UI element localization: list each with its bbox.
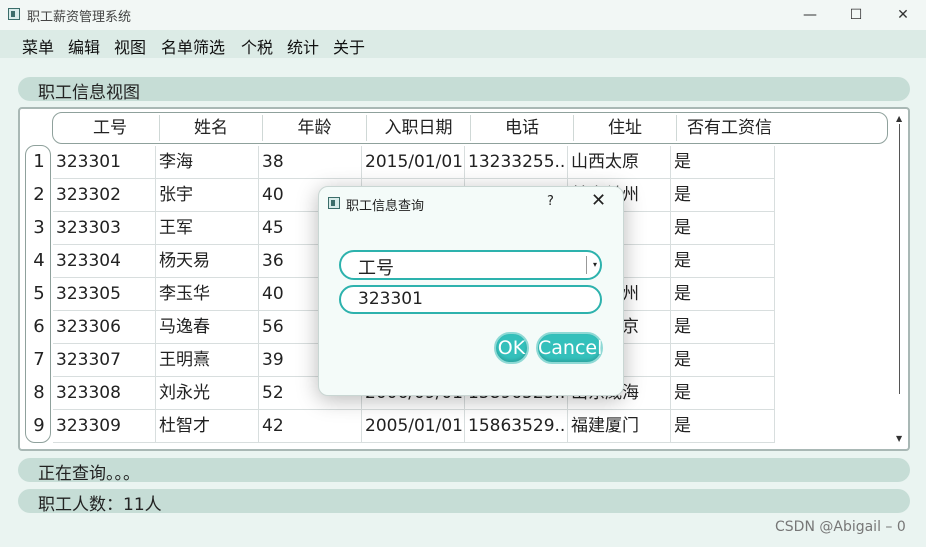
cell-salary-info[interactable]: 是 — [671, 179, 775, 212]
cell-address[interactable]: 福建厦门 — [568, 410, 671, 443]
menu-item-filter[interactable]: 名单筛选 — [161, 34, 225, 58]
cell-salary-info[interactable]: 是 — [671, 245, 775, 278]
menu-item-edit[interactable]: 编辑 — [68, 34, 100, 58]
cell-id[interactable]: 323304 — [53, 245, 156, 278]
cell-id[interactable]: 323308 — [53, 377, 156, 410]
watermark: CSDN @Abigail – 0 — [775, 519, 906, 535]
cell-age[interactable]: 42 — [259, 410, 362, 443]
app-icon — [8, 8, 20, 20]
column-header-salary-info[interactable]: 否有工资信 — [677, 115, 782, 141]
cell-name[interactable]: 刘永光 — [156, 377, 259, 410]
query-field-value: 工号 — [358, 258, 394, 279]
vertical-scrollbar[interactable]: ▲ ▼ — [895, 114, 905, 444]
menu-item-menu[interactable]: 菜单 — [22, 34, 54, 58]
cell-id[interactable]: 323307 — [53, 344, 156, 377]
cell-hire-date[interactable]: 2015/01/01 — [362, 146, 465, 179]
close-button[interactable]: ✕ — [880, 0, 926, 30]
title-bar: 职工薪资管理系统 — ☐ ✕ — [0, 0, 926, 30]
row-number[interactable]: 8 — [26, 382, 52, 403]
column-header-address[interactable]: 住址 — [574, 115, 677, 141]
cell-id[interactable]: 323306 — [53, 311, 156, 344]
cell-name[interactable]: 杨天易 — [156, 245, 259, 278]
dialog-close-button[interactable]: ✕ — [591, 190, 606, 211]
column-header-id[interactable]: 工号 — [61, 115, 160, 141]
cell-salary-info[interactable]: 是 — [671, 311, 775, 344]
column-header-name[interactable]: 姓名 — [160, 115, 263, 141]
scrollbar-track[interactable] — [899, 124, 900, 394]
ok-button[interactable]: OK — [494, 332, 529, 364]
cell-age[interactable]: 38 — [259, 146, 362, 179]
chevron-down-icon[interactable]: ▾ — [586, 256, 597, 274]
cell-id[interactable]: 323301 — [53, 146, 156, 179]
dialog-app-icon — [328, 197, 340, 209]
cell-id[interactable]: 323305 — [53, 278, 156, 311]
scroll-up-icon[interactable]: ▲ — [896, 114, 902, 123]
employee-query-dialog: 职工信息查询 ? ✕ 工号 ▾ 323301 OK Cancel — [318, 186, 624, 396]
row-number[interactable]: 2 — [26, 184, 52, 205]
count-status-bar: 职工人数：11人 — [18, 489, 910, 515]
cell-name[interactable]: 王军 — [156, 212, 259, 245]
column-header-phone[interactable]: 电话 — [471, 115, 574, 141]
query-field-select[interactable]: 工号 ▾ — [339, 250, 602, 280]
menu-item-about[interactable]: 关于 — [333, 34, 365, 58]
table-header: 工号 姓名 年龄 入职日期 电话 住址 否有工资信 — [52, 112, 888, 144]
view-title: 职工信息视图 — [38, 83, 140, 103]
row-number[interactable]: 5 — [26, 283, 52, 304]
cell-id[interactable]: 323303 — [53, 212, 156, 245]
cell-salary-info[interactable]: 是 — [671, 212, 775, 245]
cell-salary-info[interactable]: 是 — [671, 410, 775, 443]
row-number[interactable]: 9 — [26, 415, 52, 436]
window-title: 职工薪资管理系统 — [27, 10, 132, 25]
query-status-bar: 正在查询。。。 — [18, 458, 910, 484]
column-header-age[interactable]: 年龄 — [263, 115, 367, 141]
view-title-bar: 职工信息视图 — [18, 77, 910, 103]
cell-name[interactable]: 王明熹 — [156, 344, 259, 377]
minimize-button[interactable]: — — [787, 0, 833, 30]
cell-address[interactable]: 山西太原 — [568, 146, 671, 179]
cell-name[interactable]: 张宇 — [156, 179, 259, 212]
cell-id[interactable]: 323302 — [53, 179, 156, 212]
cell-name[interactable]: 杜智才 — [156, 410, 259, 443]
row-number-column: 1 2 3 4 5 6 7 8 9 — [25, 145, 51, 443]
scroll-down-icon[interactable]: ▼ — [896, 434, 902, 443]
cell-id[interactable]: 323309 — [53, 410, 156, 443]
cancel-button[interactable]: Cancel — [536, 332, 603, 364]
query-status-text: 正在查询。。。 — [38, 464, 140, 484]
cell-salary-info[interactable]: 是 — [671, 278, 775, 311]
menu-bar: 菜单 编辑 视图 名单筛选 个税 统计 关于 — [0, 30, 926, 58]
row-number[interactable]: 1 — [26, 151, 52, 172]
dialog-title: 职工信息查询 — [346, 199, 425, 214]
cell-hire-date[interactable]: 2005/01/01 — [362, 410, 465, 443]
employee-count-text: 职工人数：11人 — [38, 495, 162, 515]
row-number[interactable]: 3 — [26, 217, 52, 238]
query-value-input[interactable]: 323301 — [339, 285, 602, 314]
menu-item-view[interactable]: 视图 — [114, 34, 146, 58]
cell-name[interactable]: 李玉华 — [156, 278, 259, 311]
cell-salary-info[interactable]: 是 — [671, 377, 775, 410]
column-header-hire-date[interactable]: 入职日期 — [367, 115, 471, 141]
cell-phone[interactable]: 13233255... — [465, 146, 568, 179]
cell-phone[interactable]: 15863529... — [465, 410, 568, 443]
row-number[interactable]: 4 — [26, 250, 52, 271]
maximize-button[interactable]: ☐ — [833, 0, 879, 30]
row-number[interactable]: 6 — [26, 316, 52, 337]
help-button[interactable]: ? — [547, 194, 554, 209]
cell-salary-info[interactable]: 是 — [671, 146, 775, 179]
cell-name[interactable]: 李海 — [156, 146, 259, 179]
menu-item-tax[interactable]: 个税 — [241, 34, 273, 58]
row-number[interactable]: 7 — [26, 349, 52, 370]
menu-item-stats[interactable]: 统计 — [287, 34, 319, 58]
cell-name[interactable]: 马逸春 — [156, 311, 259, 344]
cell-salary-info[interactable]: 是 — [671, 344, 775, 377]
